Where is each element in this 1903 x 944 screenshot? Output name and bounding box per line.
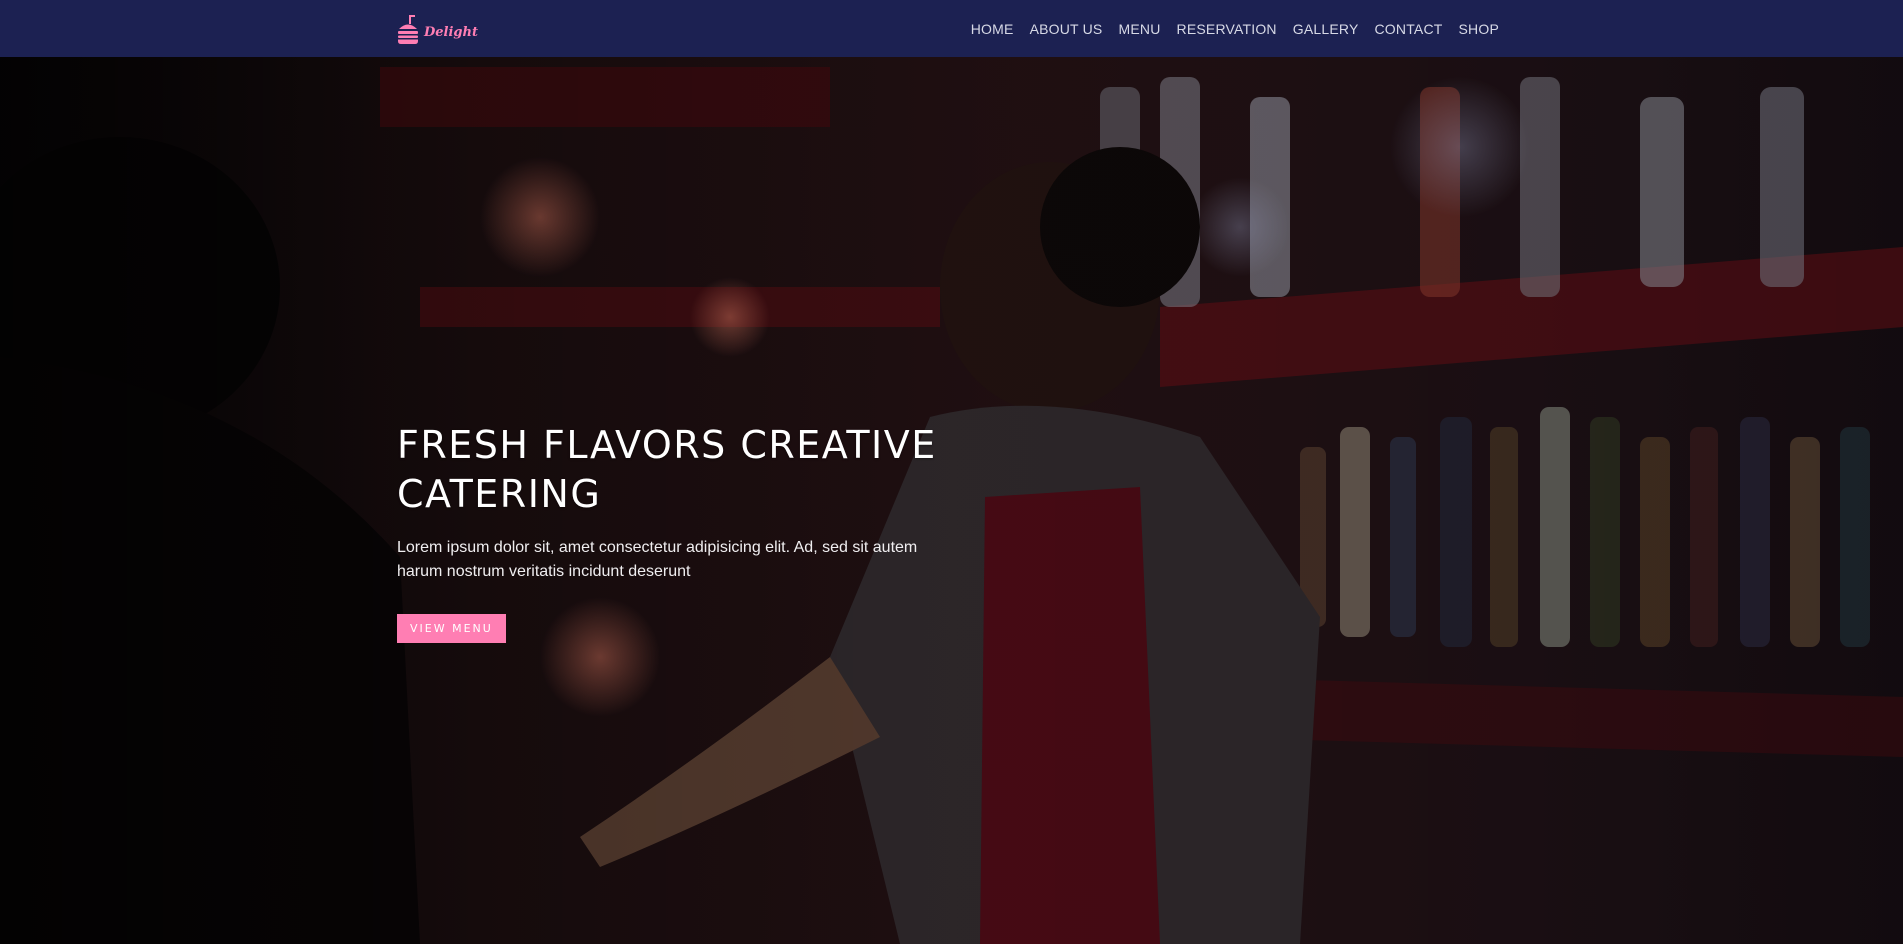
hero-section: FRESH FLAVORS CREATIVE CATERING Lorem ip…: [0, 57, 1903, 944]
nav-home[interactable]: HOME: [971, 21, 1014, 37]
nav-reservation[interactable]: RESERVATION: [1177, 21, 1277, 37]
brand-logo[interactable]: Delight: [396, 15, 478, 45]
main-nav: HOME ABOUT US MENU RESERVATION GALLERY C…: [971, 0, 1499, 57]
hero-title: FRESH FLAVORS CREATIVE CATERING: [397, 423, 937, 516]
burger-icon: [398, 15, 418, 44]
navbar: Delight HOME ABOUT US MENU RESERVATION G…: [0, 0, 1903, 57]
nav-shop[interactable]: SHOP: [1459, 21, 1499, 37]
hero-content: FRESH FLAVORS CREATIVE CATERING Lorem ip…: [397, 421, 977, 643]
hero-description: Lorem ipsum dolor sit, amet consectetur …: [397, 539, 918, 580]
nav-menu[interactable]: MENU: [1118, 21, 1160, 37]
brand-name: Delight: [424, 25, 478, 40]
nav-contact[interactable]: CONTACT: [1374, 21, 1442, 37]
nav-gallery[interactable]: GALLERY: [1293, 21, 1359, 37]
nav-about-us[interactable]: ABOUT US: [1030, 21, 1103, 37]
view-menu-button[interactable]: VIEW MENU: [397, 614, 506, 643]
